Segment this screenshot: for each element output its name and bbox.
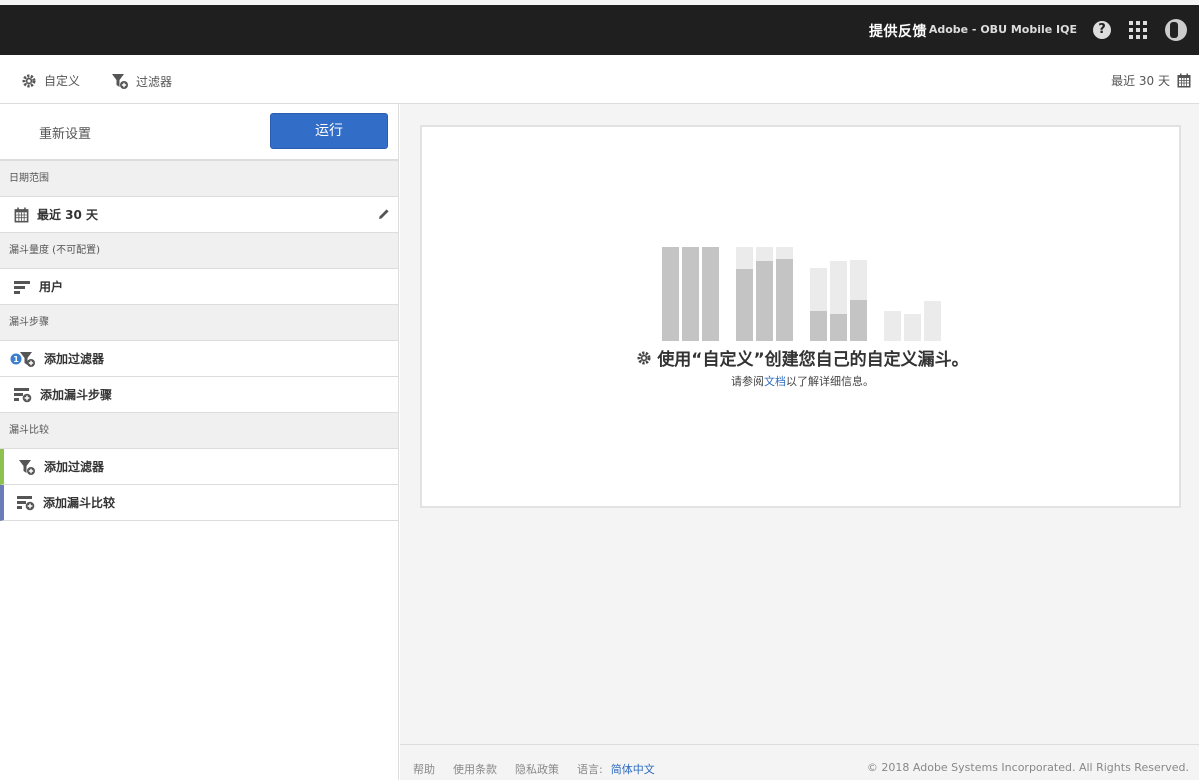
avatar[interactable] <box>1165 19 1187 41</box>
documentation-link[interactable]: 文档 <box>764 375 786 388</box>
filter-button[interactable]: 过滤器 <box>111 72 172 90</box>
date-range-picker[interactable]: 最近 30 天 <box>1111 72 1191 89</box>
app-switcher-icon[interactable] <box>1129 21 1147 39</box>
empty-state-title: 使用“自定义”创建您自己的自定义漏斗。 <box>422 345 1183 370</box>
illus-bar <box>850 300 867 341</box>
empty-state-sub-before: 请参阅 <box>731 375 764 388</box>
reset-button[interactable]: 重新设置 <box>39 123 91 142</box>
footer-privacy-link[interactable]: 隐私政策 <box>515 761 559 777</box>
footer-language-label: 语言: <box>577 763 603 776</box>
pencil-icon[interactable] <box>378 208 390 220</box>
help-icon[interactable]: ? <box>1093 21 1111 39</box>
add-compare-row[interactable]: 添加漏斗比较 <box>0 485 398 521</box>
footer-terms-link[interactable]: 使用条款 <box>453 761 497 777</box>
illus-bar <box>924 301 941 341</box>
calendar-icon <box>1177 73 1191 88</box>
compare-add-filter-row[interactable]: 添加过滤器 <box>0 449 398 485</box>
footer-language: 语言: 简体中文 <box>577 761 655 777</box>
add-compare-label: 添加漏斗比较 <box>43 496 116 510</box>
run-button[interactable]: 运行 <box>270 113 388 149</box>
empty-state-subtitle: 请参阅文档以了解详细信息。 <box>422 373 1183 389</box>
filter-add-icon <box>112 74 128 89</box>
add-compare-icon <box>17 495 35 510</box>
illus-bar <box>904 314 921 341</box>
filter-label: 过滤器 <box>136 74 173 89</box>
illus-bar <box>662 247 679 341</box>
empty-state-sub-after: 以了解详细信息。 <box>786 375 874 388</box>
funnel-placeholder-illustration <box>662 247 942 341</box>
section-steps-title: 漏斗步骤 <box>0 304 398 341</box>
date-range-label: 最近 30 天 <box>1111 74 1170 88</box>
footer-help-link[interactable]: 帮助 <box>413 761 435 777</box>
gear-icon <box>22 74 36 87</box>
illus-bar <box>736 269 753 341</box>
add-step-label: 添加漏斗步骤 <box>40 388 113 402</box>
add-step-row[interactable]: 添加漏斗步骤 <box>0 377 398 413</box>
section-compare-title: 漏斗比较 <box>0 412 398 449</box>
steps-add-filter-label: 添加过滤器 <box>44 352 105 366</box>
metric-value: 用户 <box>39 280 64 294</box>
illus-bar <box>810 311 827 341</box>
date-range-row[interactable]: 最近 30 天 <box>0 197 398 233</box>
footer: 帮助 使用条款 隐私政策 语言: 简体中文 © 2018 Adobe System… <box>400 744 1199 780</box>
illus-bar <box>702 247 719 341</box>
global-header: 提供反馈 Adobe - OBU Mobile IQE ? <box>0 5 1199 55</box>
main-area: 使用“自定义”创建您自己的自定义漏斗。 请参阅文档以了解详细信息。 <box>400 104 1199 744</box>
empty-state-title-text: 使用“自定义”创建您自己的自定义漏斗。 <box>657 350 969 370</box>
gear-icon <box>637 351 651 365</box>
customize-label: 自定义 <box>44 74 81 88</box>
section-metric-title: 漏斗量度 (不可配置) <box>0 232 398 269</box>
footer-links: 帮助 使用条款 隐私政策 语言: 简体中文 <box>413 761 655 777</box>
org-switcher[interactable]: Adobe - OBU Mobile IQE <box>929 23 1077 36</box>
illus-bar <box>682 247 699 341</box>
language-selector[interactable]: 简体中文 <box>611 763 655 776</box>
calendar-icon <box>14 207 29 222</box>
svg-text:1: 1 <box>13 355 19 364</box>
empty-state-panel: 使用“自定义”创建您自己的自定义漏斗。 请参阅文档以了解详细信息。 <box>420 125 1181 508</box>
date-range-value: 最近 30 天 <box>37 208 99 222</box>
funnel-bars-icon <box>14 280 30 294</box>
compare-add-filter-label: 添加过滤器 <box>44 460 105 474</box>
steps-add-filter-row[interactable]: 1 添加过滤器 <box>0 341 398 377</box>
illus-bar <box>884 311 901 341</box>
illus-bar <box>776 259 793 341</box>
feedback-link[interactable]: 提供反馈 <box>869 21 927 41</box>
filter-add-icon <box>19 459 35 475</box>
copyright: © 2018 Adobe Systems Incorporated. All R… <box>866 761 1189 774</box>
metric-row: 用户 <box>0 269 398 305</box>
illus-bar <box>830 314 847 341</box>
step-filter-icon: 1 <box>10 351 35 367</box>
customize-button[interactable]: 自定义 <box>21 72 80 89</box>
section-date-range-title: 日期范围 <box>0 160 398 197</box>
funnel-sidebar: 重新设置 运行 日期范围 最近 30 天 漏斗量度 (不可配置) 用户 漏斗步骤… <box>0 104 399 780</box>
toolbar: 自定义 过滤器 最近 30 天 <box>0 55 1199 104</box>
illus-bar <box>756 261 773 341</box>
sidebar-actions: 重新设置 运行 <box>0 104 398 160</box>
add-step-icon <box>14 387 32 402</box>
